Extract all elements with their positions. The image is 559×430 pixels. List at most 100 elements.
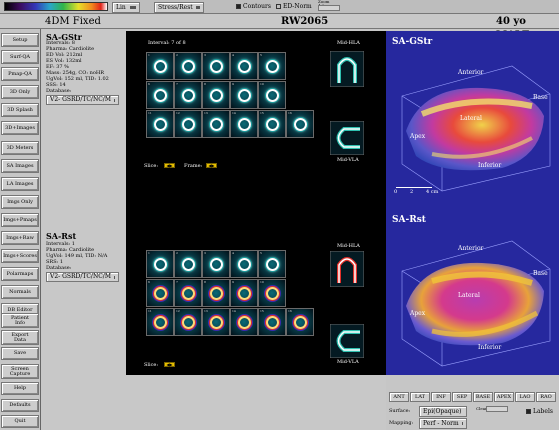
myocardium-ring: [210, 287, 223, 300]
stress-tile[interactable]: 9: [230, 81, 258, 109]
rest-vla-view[interactable]: [330, 324, 364, 358]
myocardium-ring: [266, 287, 279, 300]
tile-number: 4: [232, 53, 234, 57]
rest-tile[interactable]: 5: [258, 250, 286, 278]
stress-tile[interactable]: 6: [146, 81, 174, 109]
stress-tile[interactable]: 14: [230, 110, 258, 138]
stress-tile[interactable]: 13: [202, 110, 230, 138]
stress-tile[interactable]: 3: [202, 52, 230, 80]
stress-tile[interactable]: 15: [258, 110, 286, 138]
scale-bar: [396, 187, 432, 188]
mode-dropdown[interactable]: Stress/Rest: [154, 2, 204, 13]
rest-tile[interactable]: 15: [258, 308, 286, 336]
labels-checkbox[interactable]: Labels: [526, 408, 553, 415]
rest-database-dropdown[interactable]: V2- GSRD/TC/NC/M: [46, 272, 119, 282]
sidebar-button-3d-meters[interactable]: 3D Meters: [1, 141, 39, 155]
view-button-rao[interactable]: RAO: [536, 392, 556, 402]
sidebar-button-imgs-raw[interactable]: Imgs+Raw: [1, 231, 39, 245]
tile-number: 12: [176, 111, 180, 115]
view-button-apex[interactable]: APEX: [494, 392, 514, 402]
checkbox-icon: [526, 409, 531, 414]
rest-lateral-label: Lateral: [458, 292, 480, 299]
rest-slice-stepper-button[interactable]: ◀▶: [164, 362, 175, 367]
view-button-sep[interactable]: SEP: [452, 392, 472, 402]
sidebar-button-setup[interactable]: Setup: [1, 33, 39, 47]
sidebar-button-imgs-only[interactable]: Imgs Only: [1, 195, 39, 209]
sidebar-button-imgs-scores[interactable]: Imgs+Scores: [1, 249, 39, 263]
rest-tile[interactable]: 2: [174, 250, 202, 278]
view-button-lat[interactable]: LAT: [410, 392, 430, 402]
rest-tile[interactable]: 16: [286, 308, 314, 336]
sidebar-button-screen-capture[interactable]: Screen Capture: [1, 364, 39, 379]
stress-tile[interactable]: 10: [258, 81, 286, 109]
surface-dropdown[interactable]: Epi(Opaque): [419, 406, 467, 417]
stress-vla-view[interactable]: [330, 121, 364, 155]
slice-stepper-button[interactable]: ◀▶: [164, 163, 175, 168]
sidebar-button-3d-splash[interactable]: 3D Splash: [1, 103, 39, 117]
sidebar-button-patient-info[interactable]: Patient Info: [1, 313, 39, 328]
stress-tile[interactable]: 11: [146, 110, 174, 138]
sidebar-button-save[interactable]: Save: [1, 347, 39, 360]
sidebar-button-surf-qa[interactable]: Surf-QA: [1, 50, 39, 64]
stress-tile[interactable]: 2: [174, 52, 202, 80]
scale-2: 2: [410, 189, 414, 195]
sidebar-button-pmap-qa[interactable]: Pmap-QA: [1, 67, 39, 81]
rest-tile[interactable]: 1: [146, 250, 174, 278]
rest-3d-heart[interactable]: [392, 231, 554, 371]
mapping-value: Perf - Norm: [423, 420, 459, 427]
tile-number: 14: [232, 111, 236, 115]
3d-panel[interactable]: SA-GStr Anterior Base Lateral Apex Infer…: [386, 31, 559, 375]
slice-viewer[interactable]: Interval: 7 of 8 Mid-HLA Mid-VLA Slice: …: [126, 31, 386, 375]
sidebar-button-la-images[interactable]: LA Images: [1, 177, 39, 191]
sidebar: Setup Surf-QA Pmap-QA 3D Only 3D Splash 3D+Im…: [0, 29, 41, 430]
rest-tile[interactable]: 12: [174, 308, 202, 336]
sidebar-button-polarmaps[interactable]: Polarmaps: [1, 267, 39, 281]
stress-hla-view[interactable]: [330, 51, 364, 87]
tile-number: 16: [288, 111, 292, 115]
stress-tile[interactable]: 8: [202, 81, 230, 109]
myocardium-ring: [294, 118, 307, 131]
sidebar-button-help[interactable]: Help: [1, 382, 39, 395]
sidebar-button-quit[interactable]: Quit: [1, 415, 39, 428]
ed-norm-checkbox[interactable]: ED-Norm: [276, 3, 312, 10]
dropdown-arrow-icon: [195, 6, 200, 9]
clear-slider[interactable]: [486, 406, 508, 412]
rest-tile[interactable]: 7: [174, 279, 202, 307]
stress-tile[interactable]: 5: [258, 52, 286, 80]
view-button-ant[interactable]: ANT: [389, 392, 409, 402]
sidebar-button-export-data[interactable]: Export Data: [1, 330, 39, 345]
stress-3d-heart[interactable]: [392, 56, 554, 196]
rest-tile[interactable]: 6: [146, 279, 174, 307]
stress-tile[interactable]: 1: [146, 52, 174, 80]
sidebar-button-3d-only[interactable]: 3D Only: [1, 85, 39, 99]
sidebar-button-3d-images[interactable]: 3D+Images: [1, 121, 39, 135]
mapping-dropdown[interactable]: Perf - Norm: [419, 418, 467, 429]
rest-tile[interactable]: 8: [202, 279, 230, 307]
contours-checkbox[interactable]: Contours: [236, 3, 271, 10]
myocardium-ring: [154, 60, 167, 73]
stress-tile[interactable]: 16: [286, 110, 314, 138]
rest-tile[interactable]: 13: [202, 308, 230, 336]
rest-tile[interactable]: 4: [230, 250, 258, 278]
sidebar-button-defaults[interactable]: Defaults: [1, 399, 39, 412]
stress-database-dropdown[interactable]: V2- GSRD/TC/NC/M: [46, 95, 119, 105]
myocardium-ring: [266, 316, 279, 329]
rest-tile[interactable]: 10: [258, 279, 286, 307]
rest-tile[interactable]: 3: [202, 250, 230, 278]
sidebar-button-sa-images[interactable]: SA Images: [1, 159, 39, 173]
stress-tile[interactable]: 7: [174, 81, 202, 109]
stress-tile[interactable]: 12: [174, 110, 202, 138]
frame-stepper-button[interactable]: ◀▶: [206, 163, 217, 168]
view-button-lao[interactable]: LAO: [515, 392, 535, 402]
zoom-slider[interactable]: [318, 5, 340, 11]
view-button-inf[interactable]: INF: [431, 392, 451, 402]
lut-dropdown[interactable]: Lin: [112, 2, 140, 13]
rest-hla-view[interactable]: [330, 251, 364, 287]
stress-tile[interactable]: 4: [230, 52, 258, 80]
rest-tile[interactable]: 11: [146, 308, 174, 336]
view-button-base[interactable]: BASE: [473, 392, 493, 402]
rest-tile[interactable]: 9: [230, 279, 258, 307]
sidebar-button-imgs-pmaps[interactable]: Imgs+Pmaps: [1, 213, 39, 227]
sidebar-button-normals[interactable]: Normals: [1, 285, 39, 299]
rest-tile[interactable]: 14: [230, 308, 258, 336]
